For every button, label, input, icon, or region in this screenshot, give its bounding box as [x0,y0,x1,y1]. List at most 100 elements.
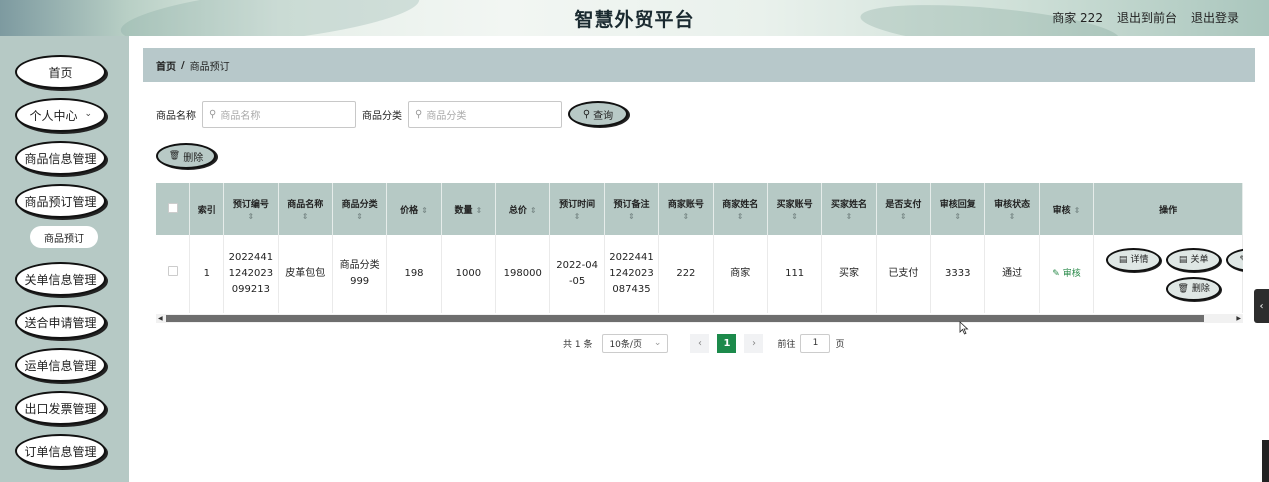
sort-icon[interactable]: ⇕ [421,206,428,215]
sort-icon[interactable]: ⇕ [987,212,1036,221]
main-content: 首页 / 商品预订 商品名称 ⚲ 商品名称 商品分类 ⚲ 商品分类 ⚲ 查询 🗑… [129,36,1269,482]
delete-row-button[interactable]: 🗑 删除 [1166,277,1222,301]
column-header[interactable]: 审核回复 ⇕ [930,183,986,235]
cell-audit: ✎ 审核 [1039,235,1095,313]
edit-button[interactable]: ✎修改 [1226,248,1243,272]
column-header[interactable]: 商品名称 ⇕ [278,183,333,235]
sidebar-item-orders[interactable]: 订单信息管理 [15,434,106,468]
column-header[interactable]: 预订编号 ⇕ [223,183,279,235]
select-all-cell[interactable] [156,183,191,235]
mouse-cursor-icon [959,321,969,335]
breadcrumb: 首页 / 商品预订 [143,48,1255,82]
sort-icon[interactable]: ⇕ [281,212,330,221]
sort-icon[interactable]: ⇕ [770,212,819,221]
cell-paid: 已支付 [876,235,932,313]
batch-delete-button[interactable]: 🗑 删除 [156,143,216,169]
column-header[interactable]: 商家姓名 ⇕ [713,183,768,235]
horizontal-scrollbar[interactable]: ◀ ▶ [156,314,1243,323]
goto-page-input[interactable]: 1 [800,333,831,353]
search-icon: ⚲ [209,108,217,120]
cell-name: 皮革包包 [278,235,333,313]
row-select-cell[interactable] [156,235,191,313]
column-header[interactable]: 审核状态 ⇕ [984,183,1040,235]
scroll-right-icon[interactable]: ▶ [1236,314,1241,323]
header-nav: 商家 222 退出到前台 退出登录 [1052,9,1239,26]
goto-label: 前往 [777,339,796,350]
sort-icon[interactable]: ⇕ [824,212,873,221]
cell-time: 2022-04 -05 [549,235,605,313]
sort-icon[interactable]: ⇕ [607,212,656,221]
page-number-current[interactable]: 1 [717,333,737,353]
sort-icon[interactable]: ⇕ [476,206,483,215]
prev-page-button[interactable]: ‹ [690,333,710,353]
customs-button[interactable]: ▤ 关单 [1166,248,1222,272]
column-header[interactable]: 预订时间 ⇕ [549,183,605,235]
column-header[interactable]: 是否支付 ⇕ [876,183,932,235]
sidebar-item-profile[interactable]: 个人中心 ⌄ [15,98,106,132]
sort-icon[interactable]: ⇕ [530,206,537,215]
column-header[interactable]: 预订备注 ⇕ [604,183,660,235]
total-count: 共 1 条 [563,339,593,350]
sort-icon[interactable]: ⇕ [661,212,710,221]
sidebar-item-home[interactable]: 首页 [15,55,106,89]
column-header[interactable]: 价格 ⇕ [386,183,442,235]
cell-index: 1 [189,235,225,313]
sort-icon[interactable]: ⇕ [933,212,982,221]
sidebar-item-product-info[interactable]: 商品信息管理 [15,141,106,175]
column-header: 索引 [189,183,225,235]
cell-total: 198000 [495,235,551,313]
detail-button[interactable]: ▤ 详情 [1106,248,1162,272]
logout-link[interactable]: 退出登录 [1191,9,1239,26]
cell-order-no: 2022441 1242023 099213 [223,235,279,313]
document-icon: ▤ [1118,255,1128,265]
select-all-checkbox[interactable] [167,202,178,213]
cell-seller-name: 商家 [713,235,768,313]
column-header[interactable]: 商品分类 ⇕ [332,183,388,235]
sort-icon[interactable]: ⇕ [335,212,384,221]
side-collapse-tab[interactable]: ‹ [1254,289,1269,323]
column-header[interactable]: 审核 ⇕ [1039,183,1095,235]
edit-icon: ✎ [1239,252,1243,268]
query-button[interactable]: ⚲ 查询 [568,101,628,127]
scroll-left-icon[interactable]: ◀ [158,314,163,323]
column-header[interactable]: 数量 ⇕ [441,183,497,235]
table-row: 1 2022441 1242023 099213 皮革包包 商品分类 999 1… [156,235,1243,313]
search-bar: 商品名称 ⚲ 商品名称 商品分类 ⚲ 商品分类 ⚲ 查询 [156,100,628,128]
edit-icon: ✎ [1052,269,1060,279]
sidebar-item-product-booking[interactable]: 商品预订管理 [15,184,106,218]
page-size-select[interactable]: 10条/页 ⌄ [602,333,669,353]
sort-icon[interactable]: ⇕ [716,212,765,221]
product-name-input[interactable]: ⚲ 商品名称 [202,100,356,128]
cell-buyer-name: 买家 [821,235,877,313]
sidebar-item-delivery[interactable]: 送合申请管理 [15,305,106,339]
cell-price: 198 [386,235,442,313]
row-checkbox[interactable] [167,266,178,276]
breadcrumb-home[interactable]: 首页 [156,58,176,73]
cell-seller-account: 222 [658,235,714,313]
corner-widget [1262,440,1269,482]
sort-icon[interactable]: ⇕ [1074,206,1081,215]
cell-reply: 3333 [930,235,986,313]
sort-icon[interactable]: ⇕ [879,212,928,221]
scrollbar-thumb[interactable] [166,315,1204,322]
sidebar-subitem-booking[interactable]: 商品预订 [30,226,98,248]
back-to-front-link[interactable]: 退出到前台 [1117,9,1177,26]
sort-icon[interactable]: ⇕ [552,212,601,221]
column-header[interactable]: 买家姓名 ⇕ [821,183,877,235]
column-header[interactable]: 商家账号 ⇕ [658,183,714,235]
audit-link[interactable]: ✎ 审核 [1052,269,1080,279]
category-label: 商品分类 [362,110,402,122]
next-page-button[interactable]: › [744,333,764,353]
cell-status: 通过 [984,235,1040,313]
product-category-input[interactable]: ⚲ 商品分类 [408,100,562,128]
sidebar-item-waybill[interactable]: 运单信息管理 [15,348,106,382]
column-header[interactable]: 买家账号 ⇕ [767,183,823,235]
page-unit-label: 页 [835,339,845,350]
sidebar-item-customs[interactable]: 关单信息管理 [15,262,106,296]
column-header[interactable]: 总价 ⇕ [495,183,551,235]
name-label: 商品名称 [156,110,196,122]
chevron-down-icon: ⌄ [84,109,92,119]
sort-icon[interactable]: ⇕ [226,212,275,221]
chevron-down-icon: ⌄ [653,338,662,348]
sidebar-item-invoice[interactable]: 出口发票管理 [15,391,106,425]
